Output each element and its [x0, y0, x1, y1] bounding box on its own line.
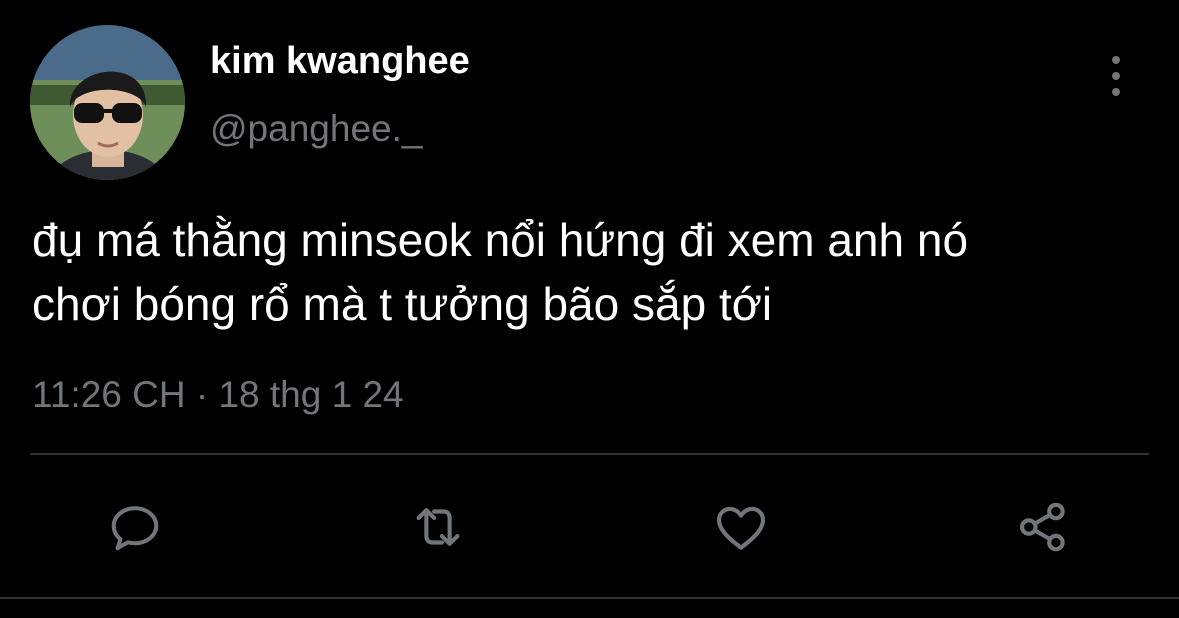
reply-icon	[111, 506, 159, 551]
author-handle[interactable]: @panghee._	[210, 108, 422, 150]
retweet-button[interactable]	[407, 496, 469, 558]
tweet-date: 18 thg 1 24	[218, 374, 404, 415]
reply-button[interactable]	[104, 496, 166, 558]
divider	[30, 453, 1149, 455]
meta-separator: ·	[195, 374, 209, 415]
more-options-dot	[1112, 88, 1120, 96]
tweet-text-line: chơi bóng rổ mà t tưởng bão sắp tới	[32, 278, 773, 330]
more-options-dot	[1112, 72, 1120, 80]
share-button[interactable]	[1012, 496, 1074, 558]
more-options-button[interactable]	[1098, 50, 1134, 102]
retweet-icon	[416, 508, 460, 546]
tweet-time: 11:26 CH	[32, 374, 186, 415]
avatar[interactable]	[30, 25, 185, 180]
divider	[0, 597, 1179, 599]
share-icon	[1020, 502, 1065, 552]
avatar-photo	[30, 25, 185, 180]
tweet-timestamp: 11:26 CH · 18 thg 1 24	[32, 374, 404, 416]
tweet-text: đụ má thằng minseok nổi hứng đi xem anh …	[32, 208, 1152, 336]
tweet-text-line: đụ má thằng minseok nổi hứng đi xem anh …	[32, 214, 969, 266]
like-button[interactable]	[710, 496, 772, 558]
like-icon	[716, 506, 766, 550]
more-options-dot	[1112, 56, 1120, 64]
author-display-name[interactable]: kim kwanghee	[210, 40, 470, 83]
